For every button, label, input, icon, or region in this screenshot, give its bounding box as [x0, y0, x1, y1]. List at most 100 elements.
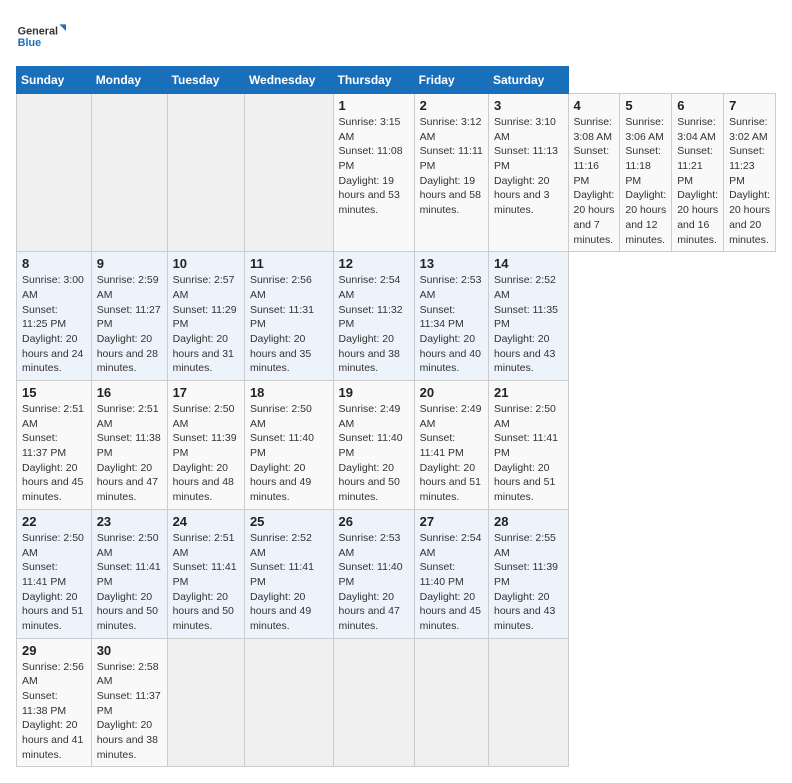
day-number: 10: [173, 256, 239, 271]
calendar-cell: 24 Sunrise: 2:51 AMSunset: 11:41 PMDaylig…: [167, 509, 244, 638]
day-info: Sunrise: 2:52 AMSunset: 11:41 PMDaylight…: [250, 531, 328, 634]
calendar-cell: 9Sunrise: 2:59 AMSunset: 11:27 PMDayligh…: [91, 252, 167, 381]
day-info: Sunrise: 3:04 AMSunset: 11:21 PMDaylight…: [677, 115, 718, 247]
day-number: 23: [97, 514, 162, 529]
calendar-cell: 3 Sunrise: 3:10 AMSunset: 11:13 PMDayligh…: [489, 94, 569, 252]
calendar-cell: 29 Sunrise: 2:56 AMSunset: 11:38 PMDaylig…: [17, 638, 92, 767]
day-number: 29: [22, 643, 86, 658]
calendar-cell: 20 Sunrise: 2:49 AMSunset: 11:41 PMDaylig…: [414, 381, 488, 510]
calendar-cell: [17, 94, 92, 252]
calendar-cell: 11 Sunrise: 2:56 AMSunset: 11:31 PMDaylig…: [244, 252, 333, 381]
calendar-cell: [244, 638, 333, 767]
calendar-cell: 13 Sunrise: 2:53 AMSunset: 11:34 PMDaylig…: [414, 252, 488, 381]
calendar-cell: [91, 94, 167, 252]
day-number: 7: [729, 98, 770, 113]
calendar-cell: 14Sunrise: 2:52 AMSunset: 11:35 PMDaylig…: [489, 252, 569, 381]
day-number: 2: [420, 98, 483, 113]
calendar-cell: 17 Sunrise: 2:50 AMSunset: 11:39 PMDaylig…: [167, 381, 244, 510]
day-info: Sunrise: 3:06 AMSunset: 11:18 PMDaylight…: [625, 115, 666, 247]
calendar-cell: 12 Sunrise: 2:54 AMSunset: 11:32 PMDaylig…: [333, 252, 414, 381]
calendar-cell: [414, 638, 488, 767]
day-number: 27: [420, 514, 483, 529]
calendar-cell: [333, 638, 414, 767]
weekday-header-thursday: Thursday: [333, 67, 414, 94]
day-info: Sunrise: 2:50 AMSunset: 11:39 PMDaylight…: [173, 402, 239, 505]
calendar-cell: [489, 638, 569, 767]
calendar-cell: 21Sunrise: 2:50 AMSunset: 11:41 PMDaylig…: [489, 381, 569, 510]
day-info: Sunrise: 3:10 AMSunset: 11:13 PMDaylight…: [494, 115, 563, 218]
day-number: 30: [97, 643, 162, 658]
day-info: Sunrise: 2:50 AMSunset: 11:41 PMDaylight…: [97, 531, 162, 634]
logo: General Blue: [16, 16, 66, 56]
day-info: Sunrise: 2:58 AMSunset: 11:37 PMDaylight…: [97, 660, 162, 763]
calendar-week-3: 15 Sunrise: 2:51 AMSunset: 11:37 PMDaylig…: [17, 381, 776, 510]
weekday-header-sunday: Sunday: [17, 67, 92, 94]
day-number: 12: [339, 256, 409, 271]
calendar-header: SundayMondayTuesdayWednesdayThursdayFrid…: [17, 67, 776, 94]
day-info: Sunrise: 3:00 AMSunset: 11:25 PMDaylight…: [22, 273, 86, 376]
calendar-cell: 8Sunrise: 3:00 AMSunset: 11:25 PMDayligh…: [17, 252, 92, 381]
calendar-cell: 22 Sunrise: 2:50 AMSunset: 11:41 PMDaylig…: [17, 509, 92, 638]
calendar-cell: 5 Sunrise: 3:06 AMSunset: 11:18 PMDayligh…: [620, 94, 672, 252]
calendar-cell: 28 Sunrise: 2:55 AMSunset: 11:39 PMDaylig…: [489, 509, 569, 638]
calendar-cell: [167, 94, 244, 252]
day-info: Sunrise: 2:55 AMSunset: 11:39 PMDaylight…: [494, 531, 563, 634]
day-info: Sunrise: 2:51 AMSunset: 11:41 PMDaylight…: [173, 531, 239, 634]
day-info: Sunrise: 2:51 AMSunset: 11:37 PMDaylight…: [22, 402, 86, 505]
calendar-week-5: 29 Sunrise: 2:56 AMSunset: 11:38 PMDaylig…: [17, 638, 776, 767]
day-info: Sunrise: 2:50 AMSunset: 11:41 PMDaylight…: [22, 531, 86, 634]
calendar-week-4: 22 Sunrise: 2:50 AMSunset: 11:41 PMDaylig…: [17, 509, 776, 638]
svg-text:Blue: Blue: [18, 37, 41, 49]
day-info: Sunrise: 2:49 AMSunset: 11:41 PMDaylight…: [420, 402, 483, 505]
weekday-header-tuesday: Tuesday: [167, 67, 244, 94]
calendar-cell: 10 Sunrise: 2:57 AMSunset: 11:29 PMDaylig…: [167, 252, 244, 381]
day-info: Sunrise: 2:56 AMSunset: 11:38 PMDaylight…: [22, 660, 86, 763]
weekday-header-monday: Monday: [91, 67, 167, 94]
calendar-cell: 6Sunrise: 3:04 AMSunset: 11:21 PMDayligh…: [672, 94, 724, 252]
day-number: 13: [420, 256, 483, 271]
day-info: Sunrise: 2:56 AMSunset: 11:31 PMDaylight…: [250, 273, 328, 376]
day-info: Sunrise: 3:02 AMSunset: 11:23 PMDaylight…: [729, 115, 770, 247]
day-info: Sunrise: 2:51 AMSunset: 11:38 PMDaylight…: [97, 402, 162, 505]
calendar-cell: 27 Sunrise: 2:54 AMSunset: 11:40 PMDaylig…: [414, 509, 488, 638]
calendar-cell: 4Sunrise: 3:08 AMSunset: 11:16 PMDayligh…: [568, 94, 620, 252]
day-number: 17: [173, 385, 239, 400]
day-number: 9: [97, 256, 162, 271]
calendar-cell: 30 Sunrise: 2:58 AMSunset: 11:37 PMDaylig…: [91, 638, 167, 767]
day-number: 19: [339, 385, 409, 400]
calendar-cell: 25Sunrise: 2:52 AMSunset: 11:41 PMDaylig…: [244, 509, 333, 638]
calendar-cell: 1Sunrise: 3:15 AMSunset: 11:08 PMDayligh…: [333, 94, 414, 252]
page-header: General Blue: [16, 16, 776, 56]
calendar-cell: 7 Sunrise: 3:02 AMSunset: 11:23 PMDayligh…: [724, 94, 776, 252]
calendar-week-1: 1Sunrise: 3:15 AMSunset: 11:08 PMDayligh…: [17, 94, 776, 252]
calendar-cell: [244, 94, 333, 252]
day-info: Sunrise: 2:54 AMSunset: 11:40 PMDaylight…: [420, 531, 483, 634]
logo-svg: General Blue: [16, 16, 66, 56]
day-info: Sunrise: 3:12 AMSunset: 11:11 PMDaylight…: [420, 115, 483, 218]
svg-text:General: General: [18, 25, 58, 37]
calendar-cell: 19Sunrise: 2:49 AMSunset: 11:40 PMDaylig…: [333, 381, 414, 510]
day-info: Sunrise: 3:15 AMSunset: 11:08 PMDaylight…: [339, 115, 409, 218]
day-number: 3: [494, 98, 563, 113]
day-number: 22: [22, 514, 86, 529]
day-number: 20: [420, 385, 483, 400]
day-info: Sunrise: 2:54 AMSunset: 11:32 PMDaylight…: [339, 273, 409, 376]
day-number: 26: [339, 514, 409, 529]
day-number: 15: [22, 385, 86, 400]
day-number: 16: [97, 385, 162, 400]
day-info: Sunrise: 2:57 AMSunset: 11:29 PMDaylight…: [173, 273, 239, 376]
calendar-cell: 26 Sunrise: 2:53 AMSunset: 11:40 PMDaylig…: [333, 509, 414, 638]
calendar-cell: [167, 638, 244, 767]
day-number: 5: [625, 98, 666, 113]
day-number: 21: [494, 385, 563, 400]
day-info: Sunrise: 2:53 AMSunset: 11:34 PMDaylight…: [420, 273, 483, 376]
day-info: Sunrise: 2:53 AMSunset: 11:40 PMDaylight…: [339, 531, 409, 634]
day-number: 11: [250, 256, 328, 271]
calendar-cell: 2 Sunrise: 3:12 AMSunset: 11:11 PMDayligh…: [414, 94, 488, 252]
weekday-header-wednesday: Wednesday: [244, 67, 333, 94]
day-number: 28: [494, 514, 563, 529]
day-number: 4: [574, 98, 615, 113]
day-number: 24: [173, 514, 239, 529]
day-number: 18: [250, 385, 328, 400]
calendar-cell: 23 Sunrise: 2:50 AMSunset: 11:41 PMDaylig…: [91, 509, 167, 638]
